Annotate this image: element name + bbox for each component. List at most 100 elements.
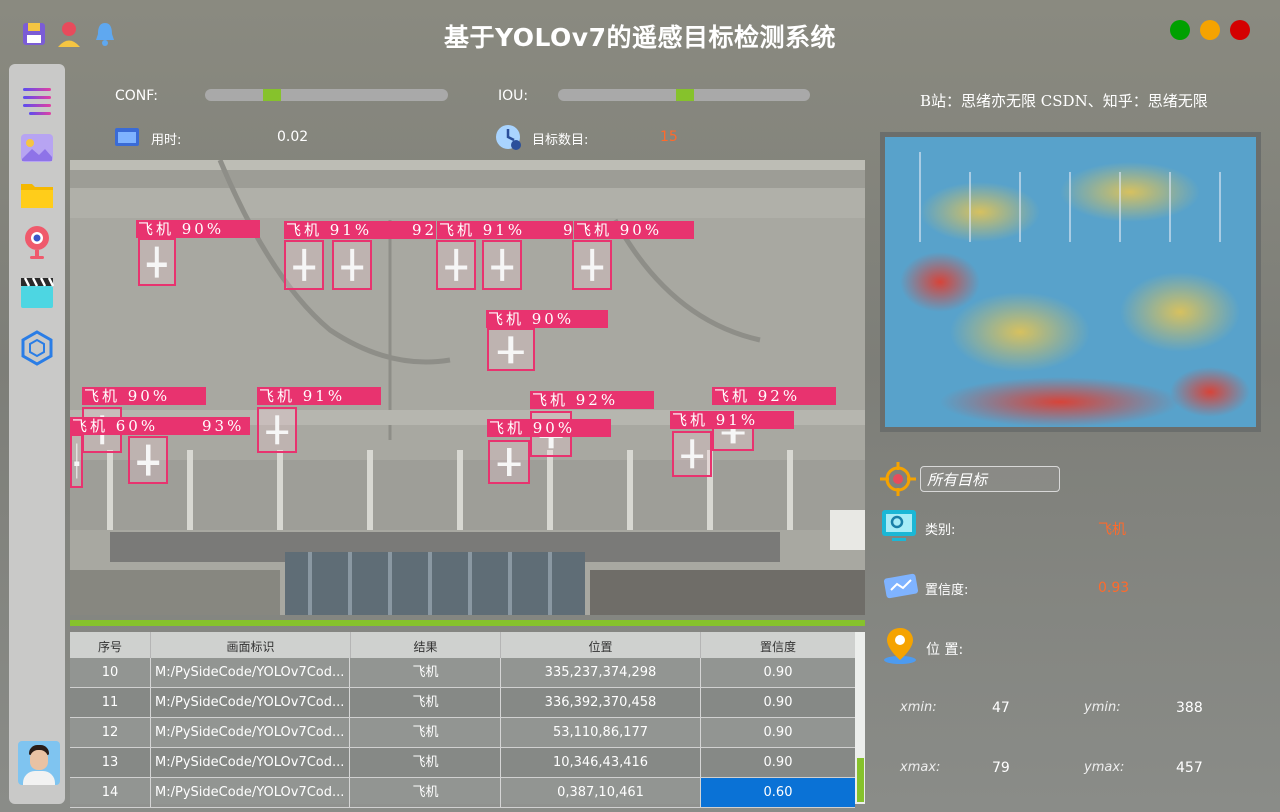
cell-result: 飞机 [351,778,501,807]
cell-id: 14 [70,778,151,807]
table-scrollbar[interactable] [855,632,865,804]
close-window-button[interactable] [1170,20,1190,40]
clock-icon [496,125,521,150]
detection-image: 飞机 90% 飞机 91% 92 飞机 91% 9 飞机 90% 飞机 90% 飞机 90% 飞… [70,160,865,615]
conf-slider-thumb[interactable] [263,89,281,101]
ymax-label: ymax: [1084,760,1125,775]
detection-label: 飞机 91% [257,387,381,405]
sidebar [9,64,65,804]
cell-result: 飞机 [351,658,501,687]
count-label: 目标数目: [532,133,589,148]
table-row[interactable]: 10 M:/PySideCode/YOLOv7Cod... 飞机 335,237,37… [70,658,855,688]
conf-slider[interactable] [205,89,448,101]
airplane-shape [293,248,315,282]
confidence-value: 0.93 [1098,580,1130,596]
folder-icon[interactable] [19,176,55,212]
cell-confidence: 0.90 [763,755,793,770]
detection-label: 飞机 90% [487,419,611,437]
calendar-icon [115,128,139,146]
detection-label: 飞机 92% [530,391,654,409]
cell-position: 335,237,374,298 [501,658,701,687]
table-row[interactable]: 14 M:/PySideCode/YOLOv7Cod... 飞机 0,387,10,4… [70,778,855,808]
airplane-shape [497,448,521,476]
header-result[interactable]: 结果 [351,632,501,658]
detection-box [672,431,712,477]
cell-position: 53,110,86,177 [501,718,701,747]
image-icon[interactable] [19,130,55,166]
class-value: 飞机 [1098,522,1126,538]
detection-box [257,407,297,453]
cell-result: 飞机 [351,688,501,717]
detection-label: 飞机 90% [82,387,206,405]
progress-bar [70,620,865,626]
hexagon-icon[interactable] [19,330,55,366]
iou-label: IOU: [498,88,529,104]
heatmap-canvas [885,137,1256,427]
airplane-shape [341,248,363,282]
detection-box [572,240,612,290]
detection-box [332,240,372,290]
monitor-icon [882,510,916,541]
table-header: 序号 画面标识 结果 位置 置信度 [70,632,855,658]
cell-id: 13 [70,748,151,777]
table-scrollbar-thumb[interactable] [857,758,864,802]
count-value: 15 [660,129,678,145]
detection-label: 飞机 60% [70,417,200,435]
detection-box [128,436,168,484]
table-row[interactable]: 11 M:/PySideCode/YOLOv7Cod... 飞机 336,392,37… [70,688,855,718]
iou-slider[interactable] [558,89,810,101]
cell-id: 10 [70,658,151,687]
airplane-shape [445,248,467,282]
cell-confidence: 0.60 [701,778,855,807]
airplane-shape [266,415,288,445]
position-label: 位 置: [926,642,964,658]
detection-label: 飞机 91% [284,221,410,239]
airplane-shape [137,444,159,476]
detection-label: 飞机 90% [136,220,260,238]
ymin-label: ymin: [1084,700,1121,715]
video-icon[interactable] [19,274,55,310]
menu-icon[interactable] [19,82,55,118]
cell-result: 飞机 [351,748,501,777]
conf-label: CONF: [115,88,158,104]
detection-label: 飞机 90% [574,221,694,239]
detection-box [488,440,530,484]
iou-slider-thumb[interactable] [676,89,694,101]
airplane-shape [497,335,525,364]
airplane-shape [681,439,703,469]
header-source[interactable]: 画面标识 [151,632,351,658]
cell-source: M:/PySideCode/YOLOv7Cod... [151,718,350,747]
minimize-window-button[interactable] [1200,20,1220,40]
header-confidence[interactable]: 置信度 [701,632,855,658]
header-position[interactable]: 位置 [501,632,701,658]
header-id[interactable]: 序号 [70,632,151,658]
xmin-value: 47 [992,700,1010,716]
cell-source: M:/PySideCode/YOLOv7Cod... [151,688,350,717]
target-filter-select[interactable]: 所有目标 [920,466,1060,492]
detection-box [70,434,83,488]
time-value: 0.02 [277,129,309,145]
detection-label: 飞机 92% [712,387,836,405]
app-title: 基于YOLOv7的遥感目标检测系统 [444,23,836,52]
airplane-shape [581,248,603,282]
detection-box [436,240,476,290]
maximize-window-button[interactable] [1230,20,1250,40]
camera-icon[interactable] [19,224,55,260]
cell-source: M:/PySideCode/YOLOv7Cod... [151,658,350,687]
target-icon [880,462,916,496]
class-label: 类别: [925,523,956,538]
cell-confidence: 0.90 [763,695,793,710]
cell-result: 飞机 [351,718,501,747]
confidence-label: 置信度: [925,583,969,598]
detection-boxes: 飞机 90% 飞机 91% 92 飞机 91% 9 飞机 90% 飞机 90% 飞机 90% 飞… [70,160,865,615]
detection-label: 飞机 90% [486,310,608,328]
table-row[interactable]: 12 M:/PySideCode/YOLOv7Cod... 飞机 53,110,86,… [70,718,855,748]
avatar[interactable] [18,741,60,785]
detection-label: 飞机 91% [437,221,563,239]
results-table[interactable]: 序号 画面标识 结果 位置 置信度 10 M:/PySideCode/YOLOv7… [70,632,865,808]
cell-confidence: 0.90 [763,665,793,680]
location-pin-icon [884,628,916,664]
cell-position: 10,346,43,416 [501,748,701,777]
table-row[interactable]: 13 M:/PySideCode/YOLOv7Cod... 飞机 10,346,43,… [70,748,855,778]
cell-id: 12 [70,718,151,747]
